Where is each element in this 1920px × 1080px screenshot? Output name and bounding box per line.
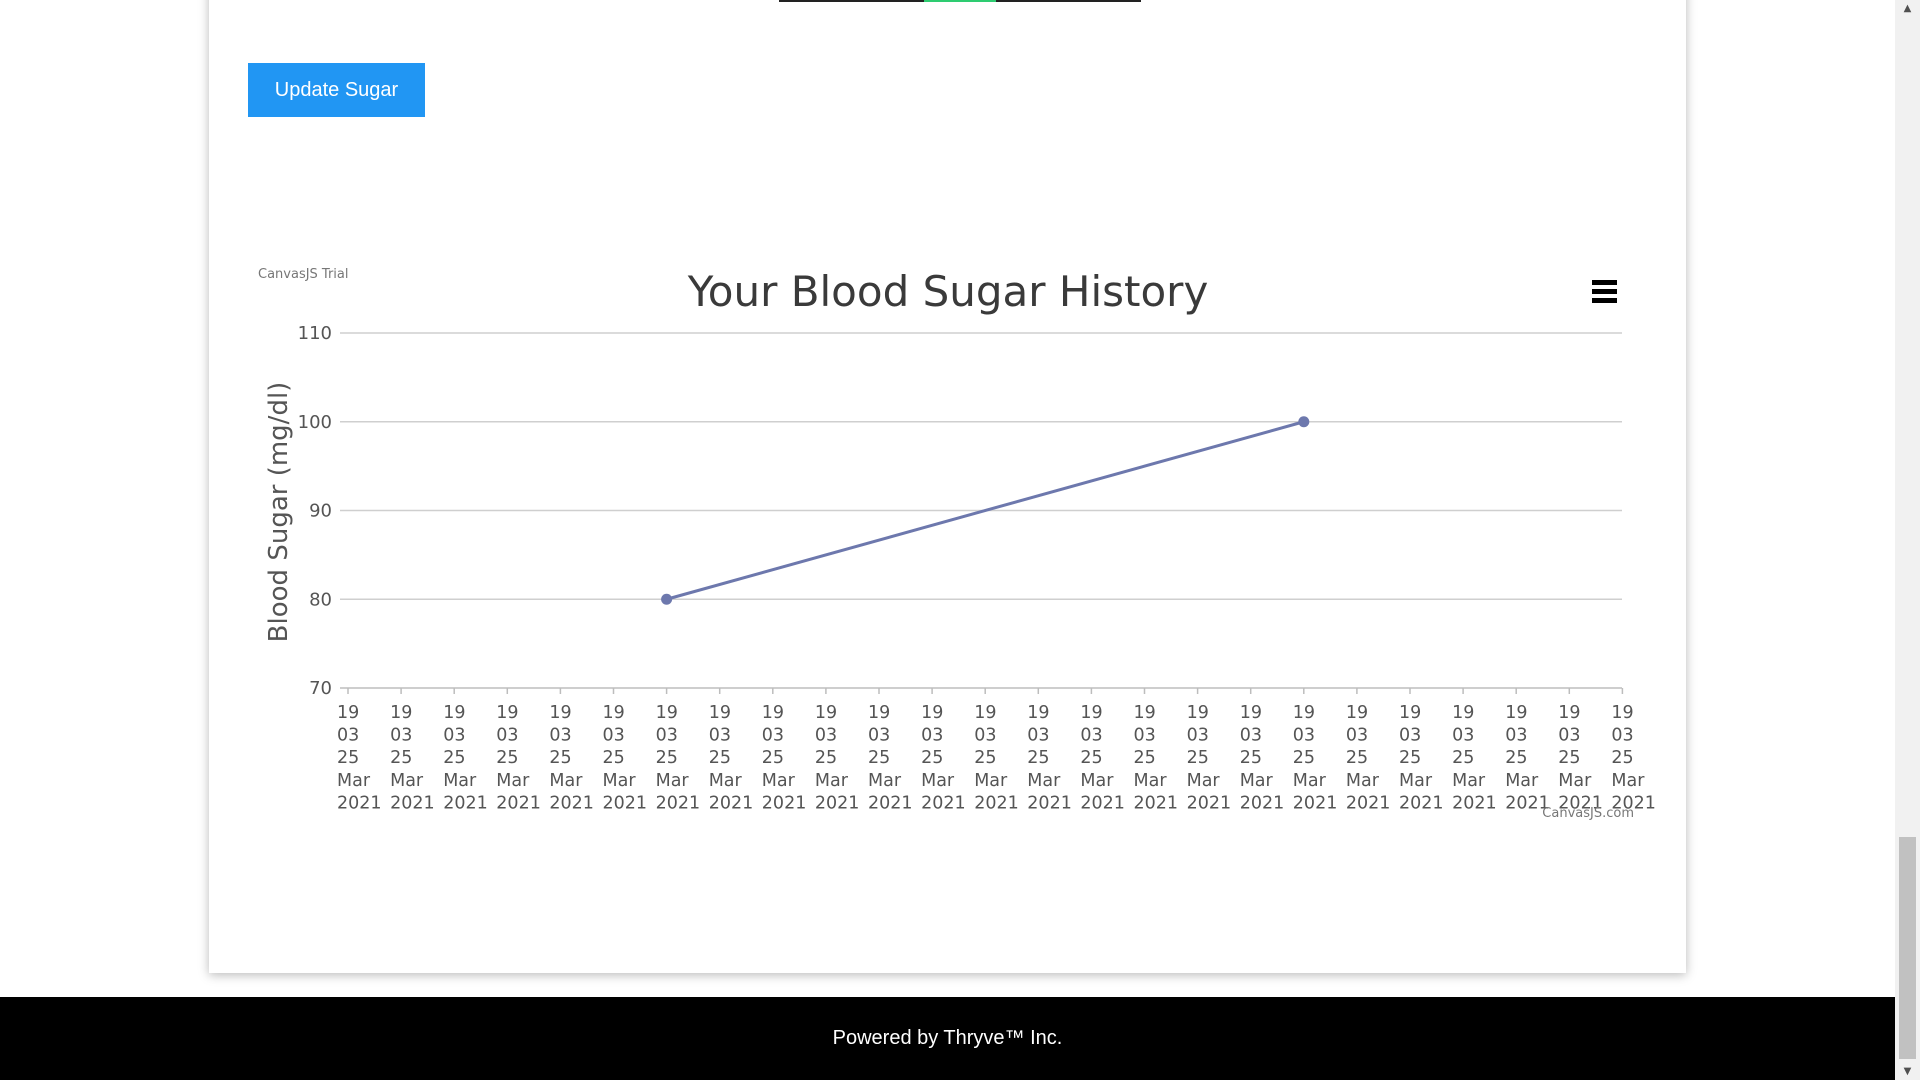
x-tick-label: 19 03 25 Mar 2021	[1452, 703, 1497, 813]
x-tick-label: 19 03 25 Mar 2021	[1346, 703, 1391, 813]
scroll-thumb[interactable]	[1899, 837, 1916, 1059]
x-tick-label: 19 03 25 Mar 2021	[443, 703, 488, 813]
x-tick-label: 19 03 25 Mar 2021	[1027, 703, 1072, 813]
x-tick-label: 19 03 25 Mar 2021	[921, 703, 966, 813]
x-tick-label: 19 03 25 Mar 2021	[1080, 703, 1125, 813]
y-axis-label: Blood Sugar (mg/dl)	[264, 382, 294, 643]
x-tick-label: 19 03 25 Mar 2021	[390, 703, 435, 813]
x-tick-label: 19 03 25 Mar 2021	[709, 703, 754, 813]
x-tick-label: 19 03 25 Mar 2021	[1240, 703, 1285, 813]
scroll-down-icon[interactable]: ▼	[1895, 1063, 1920, 1080]
x-tick-label: 19 03 25 Mar 2021	[974, 703, 1019, 813]
x-tick-label: 19 03 25 Mar 2021	[1134, 703, 1179, 813]
x-tick-label: 19 03 25 Mar 2021	[1293, 703, 1338, 813]
y-tick-label: 70	[309, 678, 332, 699]
x-tick-label: 19 03 25 Mar 2021	[496, 703, 541, 813]
footer: Powered by Thryve™ Inc.	[0, 997, 1895, 1080]
x-tick-label: 19 03 25 Mar 2021	[1505, 703, 1550, 813]
x-tick-label: 19 03 25 Mar 2021	[868, 703, 913, 813]
x-tick-label: 19 03 25 Mar 2021	[1187, 703, 1232, 813]
y-tick-label: 90	[309, 501, 332, 522]
scroll-up-icon[interactable]: ▲	[1895, 0, 1920, 17]
x-tick-label: 19 03 25 Mar 2021	[603, 703, 648, 813]
y-tick-labels: 70 80 90 100 110	[298, 323, 332, 699]
blood-sugar-chart: CanvasJS Trial Your Blood Sugar History …	[258, 267, 1656, 821]
y-tick-label: 100	[298, 412, 332, 433]
x-tick-label: 19 03 25 Mar 2021	[815, 703, 860, 813]
hamburger-icon[interactable]	[1592, 280, 1617, 303]
y-tick-label: 80	[309, 589, 332, 610]
canvasjs-trial-credit: CanvasJS Trial	[258, 267, 349, 282]
x-tick-label: 19 03 25 Mar 2021	[762, 703, 807, 813]
data-point[interactable]	[1298, 416, 1310, 428]
x-tick-label: 19 03 25 Mar 2021	[656, 703, 701, 813]
x-tick-labels: 19 03 25 Mar 202119 03 25 Mar 202119 03 25 Mar 20211…	[337, 688, 1656, 813]
x-tick-label: 19 03 25 Mar 2021	[549, 703, 594, 813]
x-tick-label: 19 03 25 Mar 2021	[337, 703, 382, 813]
data-point[interactable]	[661, 593, 673, 605]
grid-lines	[340, 332, 1622, 600]
chart-title: Your Blood Sugar History	[687, 267, 1209, 316]
footer-text: Powered by Thryve™ Inc.	[832, 1027, 1063, 1049]
canvasjs-site-credit: CanvasJS.com	[1542, 806, 1634, 821]
x-tick-label: 19 03 25 Mar 2021	[1611, 703, 1656, 813]
y-tick-label: 110	[298, 323, 332, 344]
x-tick-label: 19 03 25 Mar 2021	[1558, 703, 1603, 813]
scrollbar[interactable]: ▲ ▼	[1895, 0, 1920, 1080]
x-tick-label: 19 03 25 Mar 2021	[1399, 703, 1444, 813]
